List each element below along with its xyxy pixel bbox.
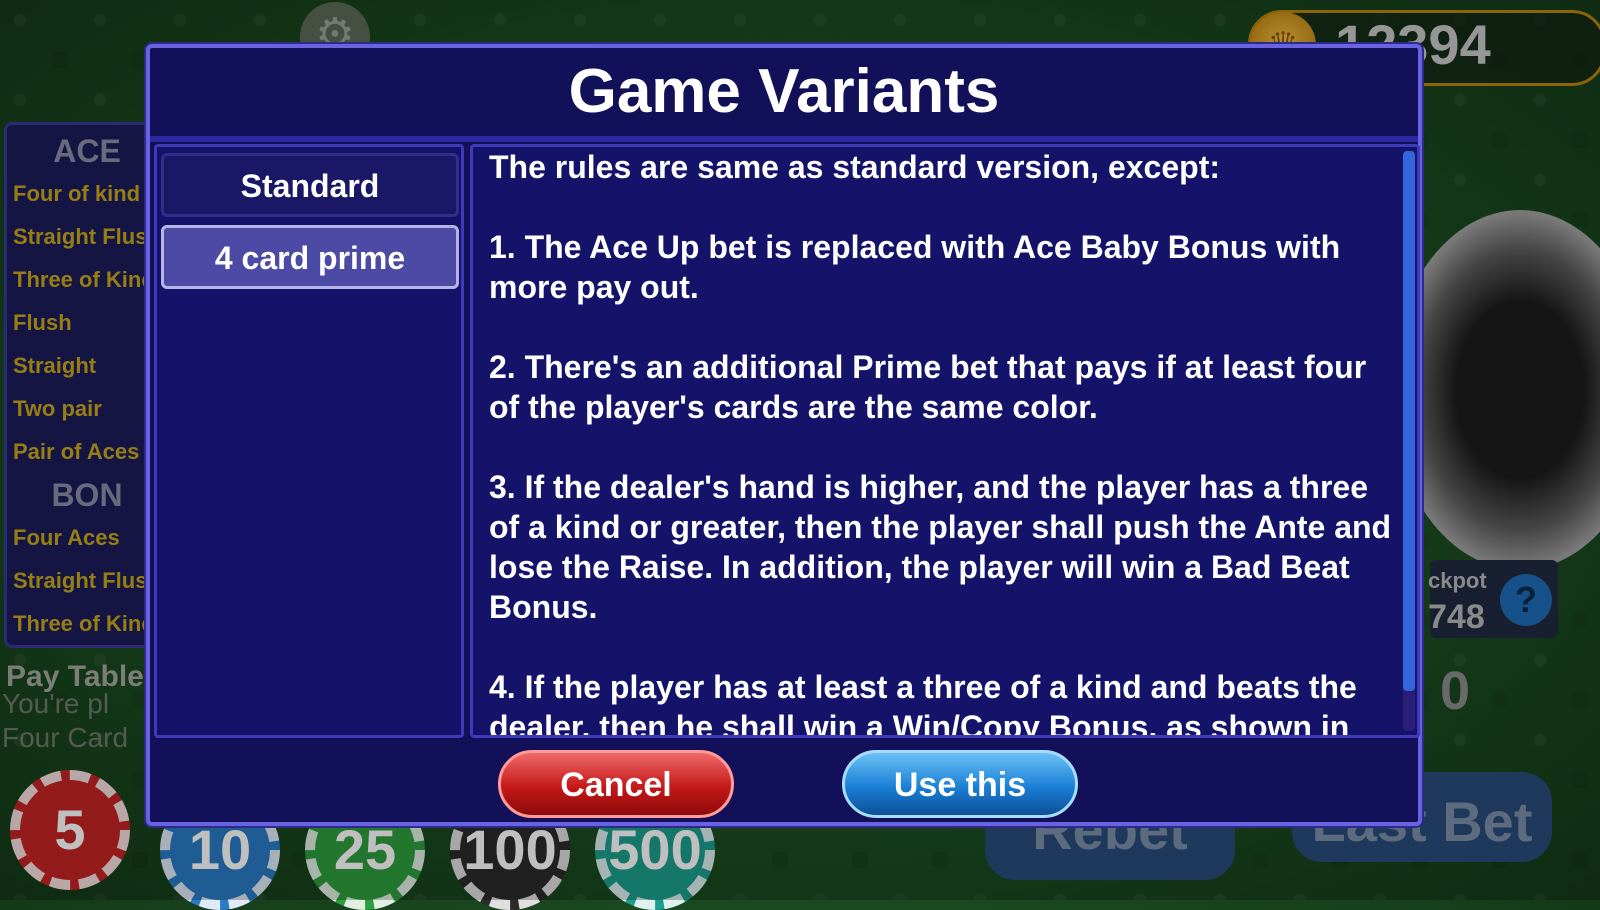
variant-list: Standard 4 card prime [154, 144, 464, 738]
rules-intro: The rules are same as standard version, … [489, 149, 1220, 185]
dialog-title: Game Variants [568, 57, 1000, 126]
variant-standard[interactable]: Standard [161, 153, 459, 217]
rule-item: 1. The Ace Up bet is replaced with Ace B… [489, 229, 1341, 305]
rules-panel[interactable]: The rules are same as standard version, … [470, 144, 1420, 738]
title-divider [150, 136, 1418, 142]
cancel-button[interactable]: Cancel [498, 750, 734, 818]
rules-text: The rules are same as standard version, … [489, 147, 1399, 738]
use-this-button[interactable]: Use this [842, 750, 1078, 818]
scrollbar-thumb[interactable] [1403, 151, 1415, 691]
rule-item: 3. If the dealer's hand is higher, and t… [489, 469, 1392, 625]
variant-4-card-prime[interactable]: 4 card prime [161, 225, 459, 289]
game-variants-dialog: Game Variants Standard 4 card prime The … [146, 44, 1422, 826]
rules-scrollbar[interactable] [1403, 151, 1415, 731]
rule-item: 4. If the player has at least a three of… [489, 669, 1357, 738]
rule-item: 2. There's an additional Prime bet that … [489, 349, 1367, 425]
